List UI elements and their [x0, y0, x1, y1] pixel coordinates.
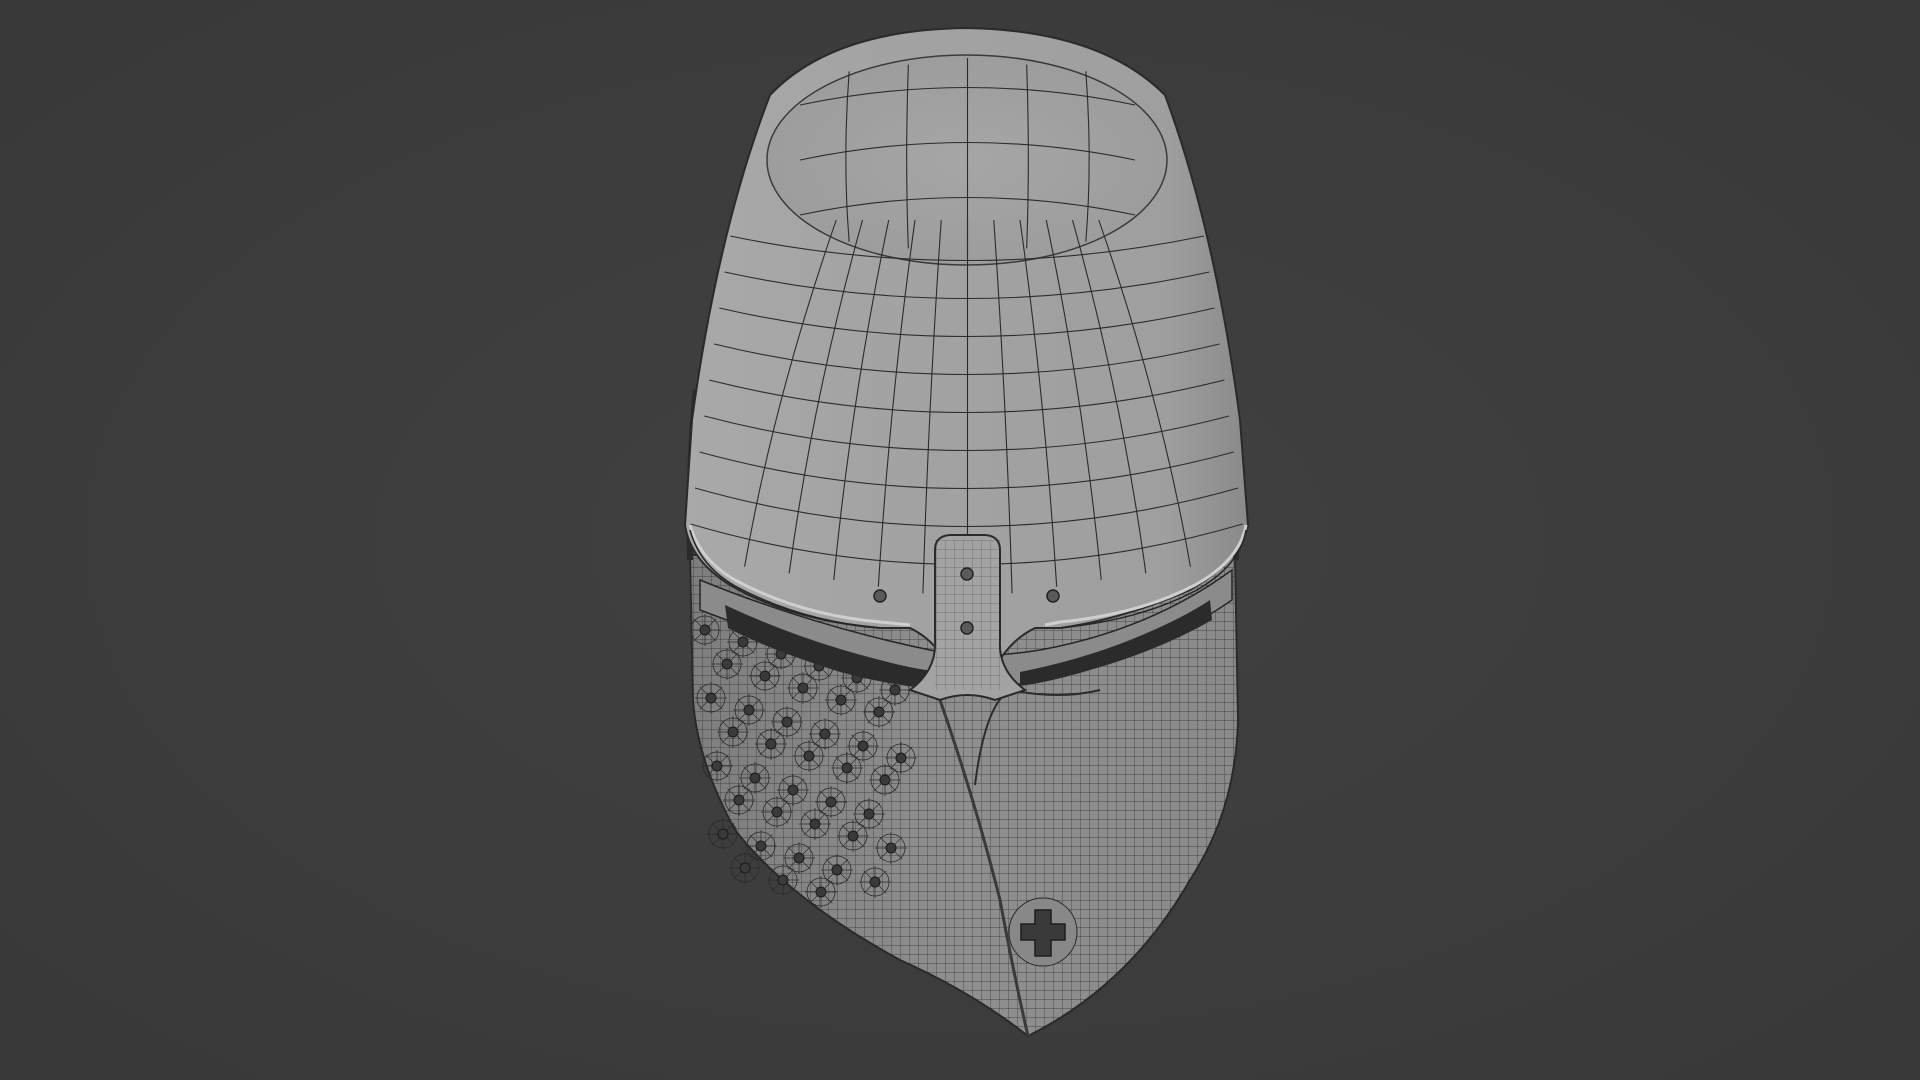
- breath-hole: [749, 660, 781, 692]
- rivet: [873, 589, 887, 603]
- breath-hole: [821, 854, 853, 886]
- breath-hole: [771, 706, 803, 738]
- breath-hole: [689, 614, 721, 646]
- breath-hole: [739, 762, 771, 794]
- rivet: [960, 621, 974, 635]
- breath-hole: [787, 672, 819, 704]
- breath-hole: [825, 684, 857, 716]
- breath-hole: [799, 808, 831, 840]
- breath-hole: [793, 740, 825, 772]
- rivet: [1046, 589, 1060, 603]
- breath-hole: [767, 864, 799, 896]
- breath-hole: [777, 774, 809, 806]
- rivet: [960, 567, 974, 581]
- breath-hole: [875, 832, 907, 864]
- breath-hole: [695, 682, 727, 714]
- 3d-viewport[interactable]: [0, 0, 1920, 1080]
- breath-hole: [863, 696, 895, 728]
- breath-hole: [831, 752, 863, 784]
- breath-hole: [869, 764, 901, 796]
- breath-hole: [837, 820, 869, 852]
- breath-hole: [847, 730, 879, 762]
- breath-hole: [815, 786, 847, 818]
- breath-hole: [805, 876, 837, 908]
- breath-hole: [729, 852, 761, 884]
- breath-hole: [783, 842, 815, 874]
- breath-hole: [711, 648, 743, 680]
- cross-cutout: [1008, 897, 1078, 967]
- breath-hole: [809, 718, 841, 750]
- breath-hole: [733, 694, 765, 726]
- breath-hole: [859, 866, 891, 898]
- breath-hole: [745, 830, 777, 862]
- breath-hole: [853, 798, 885, 830]
- breath-hole: [761, 796, 793, 828]
- breath-hole: [885, 742, 917, 774]
- helm-scene: [683, 26, 1250, 1038]
- breath-hole: [701, 750, 733, 782]
- breath-hole: [723, 784, 755, 816]
- breath-hole: [707, 818, 739, 850]
- breath-hole: [755, 728, 787, 760]
- breath-hole: [717, 716, 749, 748]
